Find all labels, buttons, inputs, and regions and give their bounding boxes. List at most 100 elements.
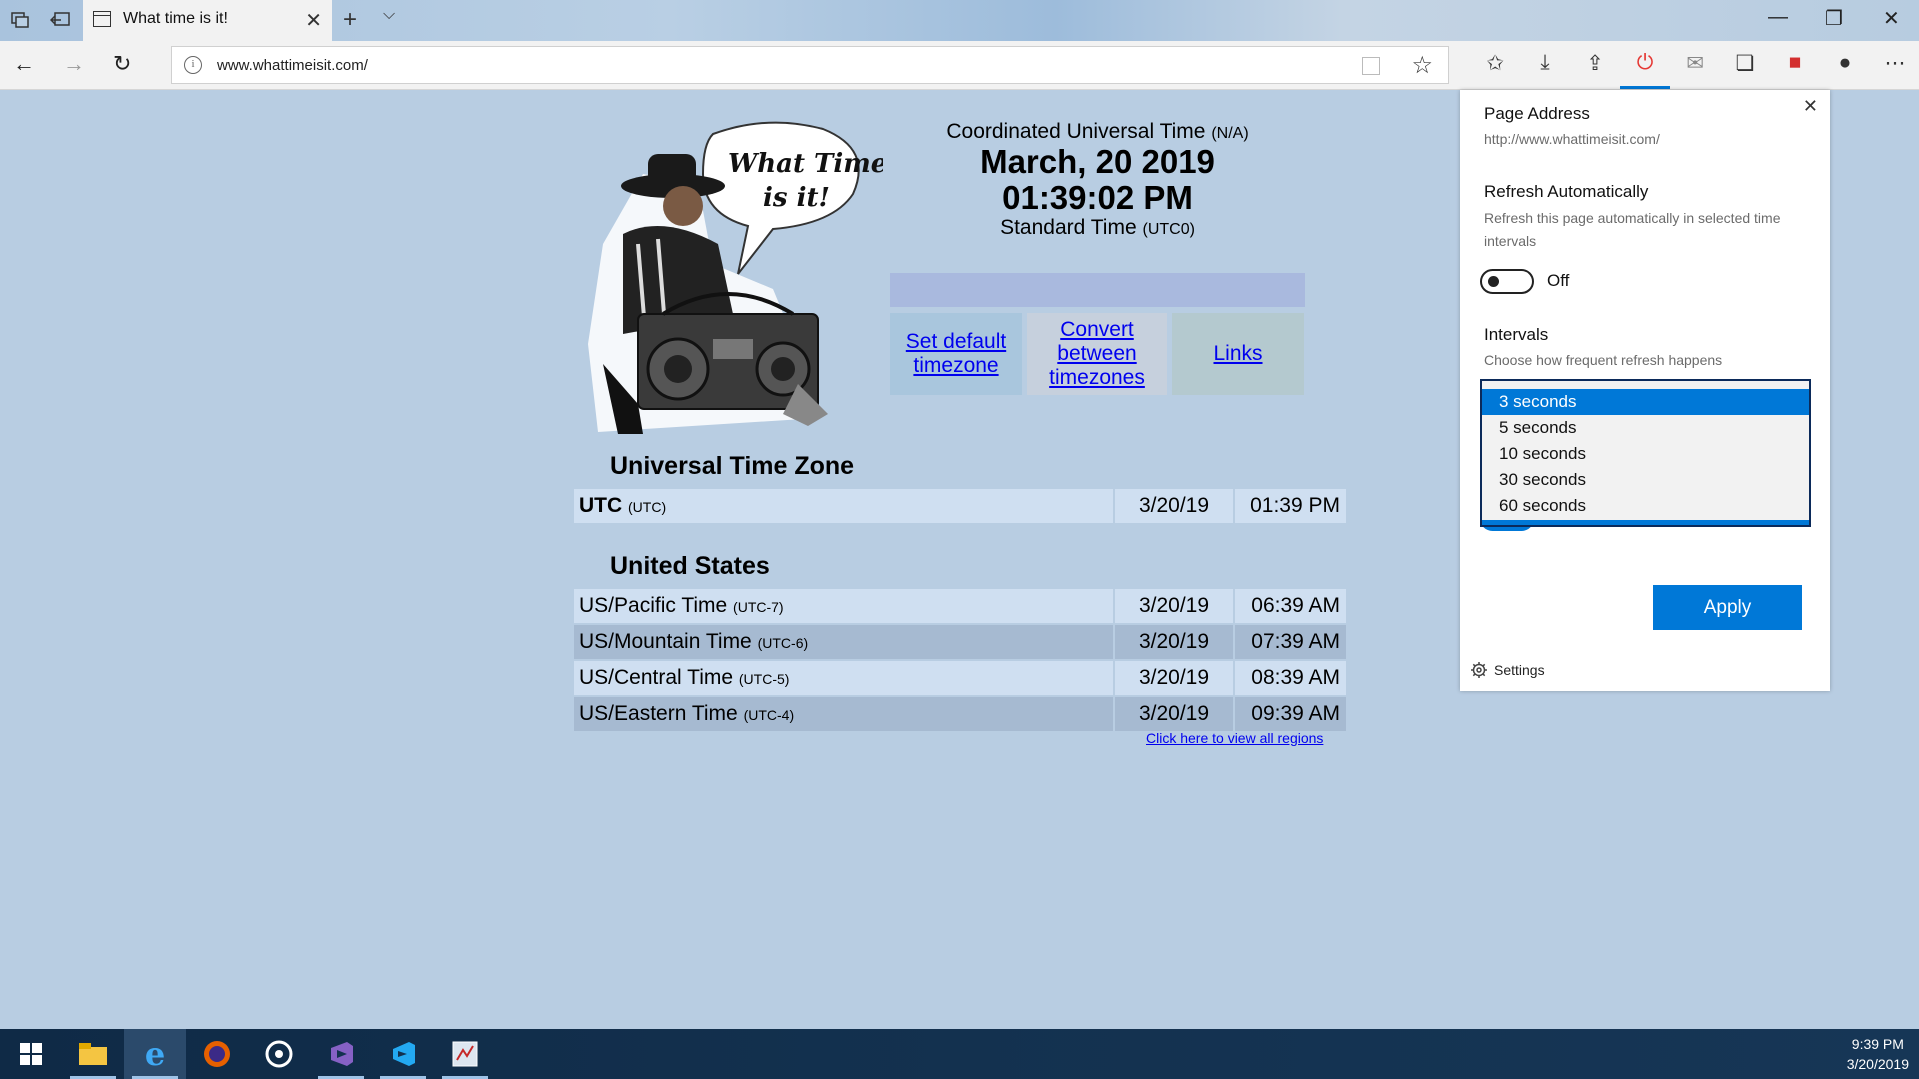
- set-default-timezone-box: Set default timezone: [890, 313, 1022, 395]
- zone-offset: (UTC-6): [757, 635, 809, 651]
- visual-studio-icon[interactable]: [310, 1029, 372, 1079]
- intervals-label: Intervals: [1484, 325, 1549, 344]
- mascot-caption-line2: is it!: [763, 183, 830, 213]
- view-all-regions-link[interactable]: Click here to view all regions: [1146, 730, 1323, 746]
- clock-date: 3/20/2019: [1846, 1056, 1909, 1072]
- set-aside-tabs-icon[interactable]: [47, 8, 73, 32]
- convert-timezones-link[interactable]: Convert between timezones: [1027, 318, 1167, 390]
- zone-time: 07:39 AM: [1233, 625, 1346, 659]
- navigation-bar: ← → ↻ i www.whattimeisit.com/ ☆ ✩ ⤓ ⇪ ⏻ …: [0, 41, 1919, 90]
- refresh-toggle-state: Off: [1547, 271, 1570, 290]
- interval-option-10s[interactable]: 10 seconds: [1482, 441, 1809, 467]
- url-text[interactable]: www.whattimeisit.com/: [217, 57, 368, 74]
- refresh-icon[interactable]: ↻: [113, 51, 131, 77]
- auto-refresh-icon[interactable]: ⏻: [1630, 51, 1660, 75]
- windows-start-icon[interactable]: [0, 1029, 62, 1079]
- apply-button[interactable]: Apply: [1653, 585, 1802, 630]
- zone-date: 3/20/19: [1113, 697, 1233, 731]
- download-icon[interactable]: ⤓: [1530, 51, 1560, 75]
- edge-glyph: e: [144, 1035, 166, 1073]
- table-row: US/Eastern Time (UTC-4) 3/20/19 09:39 AM: [574, 697, 1346, 731]
- interval-option-3s[interactable]: 3 seconds: [1482, 389, 1809, 415]
- tab-list-chevron-icon[interactable]: ⌵: [383, 6, 395, 24]
- forward-icon[interactable]: →: [63, 51, 85, 77]
- timezone-name: Coordinated Universal Time: [946, 120, 1206, 143]
- minimize-icon[interactable]: —: [1768, 6, 1788, 29]
- refresh-description: Refresh this page automatically in selec…: [1484, 210, 1781, 249]
- firefox-icon[interactable]: [186, 1029, 248, 1079]
- zone-name: US/Pacific Time: [579, 594, 728, 617]
- standard-offset: (UTC0): [1142, 221, 1195, 238]
- zone-name: UTC: [579, 494, 623, 517]
- links-link[interactable]: Links: [1213, 342, 1262, 366]
- us-section-title: United States: [610, 552, 770, 580]
- settings-label: Settings: [1494, 662, 1545, 678]
- dropdown-bottom-bar: [1482, 520, 1809, 525]
- convert-timezones-box: Convert between timezones: [1027, 313, 1167, 395]
- tab-title: What time is it!: [123, 10, 228, 27]
- interval-option-30s[interactable]: 30 seconds: [1482, 467, 1809, 493]
- refresh-toggle[interactable]: [1480, 269, 1534, 294]
- clock-time: 9:39 PM: [1851, 1036, 1904, 1052]
- ninja-icon[interactable]: ●: [1830, 51, 1860, 75]
- zone-date: 3/20/19: [1113, 589, 1233, 623]
- current-time: 01:39:02 PM: [1002, 179, 1193, 216]
- interval-dropdown-list[interactable]: 3 seconds 5 seconds 10 seconds 30 second…: [1480, 379, 1811, 527]
- zone-date: 3/20/19: [1113, 625, 1233, 659]
- zone-offset: (UTC-4): [743, 707, 795, 723]
- more-icon[interactable]: ⋯: [1880, 51, 1910, 76]
- table-row: US/Central Time (UTC-5) 3/20/19 08:39 AM: [574, 661, 1346, 695]
- favorite-star-icon[interactable]: ☆: [1411, 51, 1433, 80]
- interval-option-5s[interactable]: 5 seconds: [1482, 415, 1809, 441]
- zone-date: 3/20/19: [1113, 489, 1233, 523]
- mail-icon[interactable]: ✉: [1680, 51, 1710, 76]
- share-icon[interactable]: ⇪: [1580, 51, 1610, 76]
- restore-icon[interactable]: ❐: [1825, 6, 1843, 31]
- table-row: US/Pacific Time (UTC-7) 3/20/19 06:39 AM: [574, 589, 1346, 623]
- edge-icon[interactable]: e: [124, 1029, 186, 1079]
- reading-view-icon[interactable]: [1362, 57, 1380, 75]
- current-time-header: Coordinated Universal Time (N/A) March, …: [860, 120, 1335, 240]
- pages-icon[interactable]: ❏: [1730, 51, 1760, 76]
- zone-name: US/Eastern Time: [579, 702, 738, 725]
- set-default-timezone-link[interactable]: Set default timezone: [890, 330, 1022, 378]
- tab-preview-icon[interactable]: [7, 8, 33, 32]
- auto-refresh-panel: ✕ Page Address http://www.whattimeisit.c…: [1460, 90, 1830, 691]
- active-tab[interactable]: What time is it! ✕: [83, 0, 332, 41]
- settings-link[interactable]: Settings: [1470, 661, 1545, 679]
- media-icon[interactable]: [248, 1029, 310, 1079]
- close-window-icon[interactable]: ✕: [1883, 6, 1900, 31]
- universal-section-title: Universal Time Zone: [610, 452, 855, 480]
- page-favicon-icon: [93, 11, 111, 27]
- zone-time: 08:39 AM: [1233, 661, 1346, 695]
- file-explorer-icon[interactable]: [62, 1029, 124, 1079]
- close-panel-icon[interactable]: ✕: [1803, 96, 1818, 117]
- interval-option-60s[interactable]: 60 seconds: [1482, 493, 1809, 519]
- app-icon[interactable]: [434, 1029, 496, 1079]
- system-clock[interactable]: 9:39 PM 3/20/2019: [1847, 1034, 1909, 1074]
- zone-name: US/Central Time: [579, 666, 734, 689]
- zone-time: 01:39 PM: [1233, 489, 1346, 523]
- page-address-label: Page Address: [1484, 104, 1590, 123]
- zone-offset: (UTC-5): [738, 671, 790, 687]
- timezone-note: (N/A): [1211, 125, 1249, 142]
- zone-offset: (UTC): [628, 499, 667, 515]
- table-row: US/Mountain Time (UTC-6) 3/20/19 07:39 A…: [574, 625, 1346, 659]
- address-bar[interactable]: i www.whattimeisit.com/ ☆: [171, 46, 1449, 84]
- vscode-icon[interactable]: [372, 1029, 434, 1079]
- new-tab-icon[interactable]: +: [343, 6, 357, 34]
- site-info-icon[interactable]: i: [184, 56, 202, 74]
- close-tab-icon[interactable]: ✕: [305, 8, 322, 33]
- hub-icon[interactable]: ✩: [1480, 51, 1510, 76]
- zone-offset: (UTC-7): [733, 599, 784, 615]
- pdf-icon[interactable]: ■: [1780, 51, 1810, 75]
- back-icon[interactable]: ←: [13, 51, 35, 77]
- intervals-description: Choose how frequent refresh happens: [1484, 352, 1723, 368]
- timezone-line: Coordinated Universal Time (N/A): [860, 120, 1335, 144]
- standard-time-line: Standard Time (UTC0): [860, 216, 1335, 240]
- toggle-knob: [1488, 276, 1499, 287]
- table-row-utc: UTC (UTC) 3/20/19 01:39 PM: [574, 489, 1346, 523]
- active-extension-indicator: [1620, 86, 1670, 89]
- current-date: March, 20 2019: [980, 143, 1215, 180]
- zone-time: 06:39 AM: [1233, 589, 1346, 623]
